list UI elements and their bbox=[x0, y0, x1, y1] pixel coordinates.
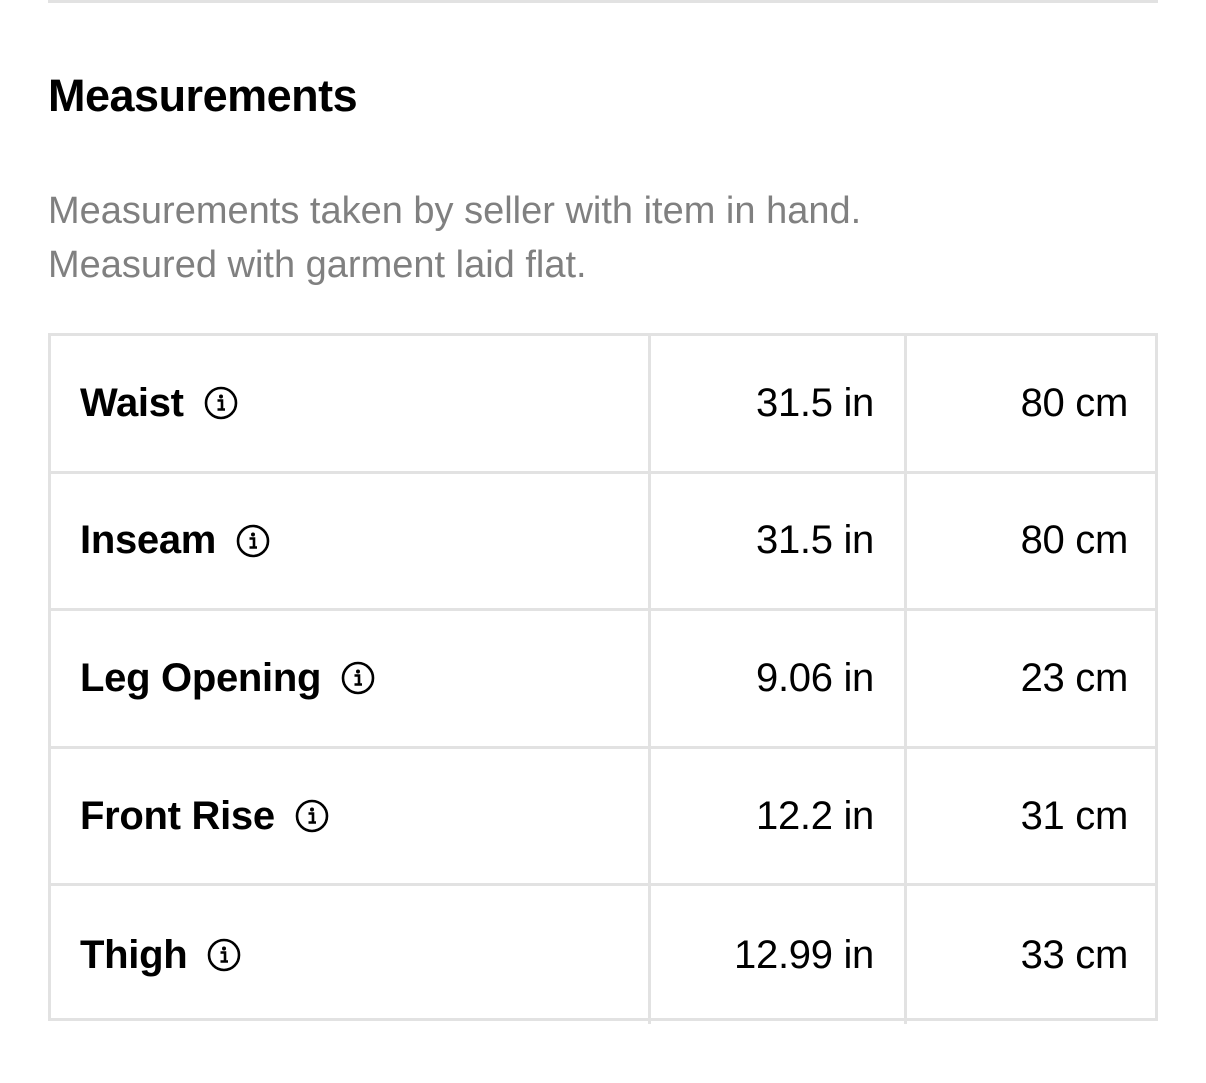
measurement-inches-cell: 9.06 in bbox=[651, 611, 907, 746]
measurement-inches-cell: 12.2 in bbox=[651, 748, 907, 884]
measurement-cm-cell: 80 cm bbox=[907, 474, 1155, 609]
info-icon[interactable] bbox=[204, 386, 238, 420]
measurement-note: Measurements taken by seller with item i… bbox=[48, 184, 1148, 292]
table-row-inseam: Inseam 31.5 in 80 cm bbox=[51, 473, 1155, 612]
measurement-centimeters: 23 cm bbox=[1020, 655, 1129, 700]
measurement-inches: 31.5 in bbox=[756, 518, 874, 563]
measurement-label-cell: Leg Opening bbox=[51, 611, 651, 746]
measurement-cm-cell: 80 cm bbox=[907, 336, 1155, 471]
measurement-label-cell: Front Rise bbox=[51, 748, 651, 884]
measurement-note-line-1: Measurements taken by seller with item i… bbox=[48, 190, 862, 232]
measurement-cm-cell: 31 cm bbox=[907, 749, 1155, 884]
measurement-label: Inseam bbox=[80, 518, 217, 563]
measurement-cm-cell: 33 cm bbox=[907, 886, 1155, 1024]
info-icon[interactable] bbox=[295, 799, 329, 833]
measurement-inches-cell: 31.5 in bbox=[651, 473, 907, 609]
measurement-centimeters: 80 cm bbox=[1020, 518, 1129, 563]
measurement-inches: 9.06 in bbox=[756, 655, 874, 700]
table-row-thigh: Thigh 12.99 in 33 cm bbox=[51, 886, 1155, 1024]
measurement-label: Thigh bbox=[80, 932, 188, 977]
measurement-cm-cell: 23 cm bbox=[907, 611, 1155, 746]
table-row-waist: Waist 31.5 in 80 cm bbox=[51, 336, 1155, 474]
info-icon[interactable] bbox=[207, 938, 241, 972]
measurement-inches: 12.99 in bbox=[734, 932, 874, 977]
measurement-centimeters: 31 cm bbox=[1020, 793, 1129, 838]
measurement-note-line-2: Measured with garment laid flat. bbox=[48, 244, 587, 286]
measurement-inches-cell: 12.99 in bbox=[651, 886, 907, 1024]
table-row-leg-opening: Leg Opening 9.06 in 23 cm bbox=[51, 611, 1155, 749]
table-row-front-rise: Front Rise 12.2 in 31 cm bbox=[51, 748, 1155, 887]
info-icon[interactable] bbox=[236, 524, 270, 558]
measurement-inches: 31.5 in bbox=[756, 380, 874, 425]
measurement-label-cell: Inseam bbox=[51, 473, 651, 609]
info-icon[interactable] bbox=[341, 661, 375, 695]
measurement-inches: 12.2 in bbox=[756, 793, 874, 838]
measurement-label: Waist bbox=[80, 380, 184, 425]
measurement-label: Leg Opening bbox=[80, 655, 322, 700]
measurement-label-cell: Thigh bbox=[51, 886, 651, 1024]
measurement-centimeters: 33 cm bbox=[1020, 932, 1129, 977]
measurement-centimeters: 80 cm bbox=[1020, 380, 1129, 425]
measurement-inches-cell: 31.5 in bbox=[651, 336, 907, 471]
section-title: Measurements bbox=[48, 70, 358, 121]
top-divider bbox=[48, 0, 1158, 3]
measurement-label: Front Rise bbox=[80, 793, 275, 838]
measurements-table: Waist 31.5 in 80 cm Inseam 31.5 in 80 cm… bbox=[48, 333, 1158, 1024]
measurement-label-cell: Waist bbox=[51, 336, 651, 471]
